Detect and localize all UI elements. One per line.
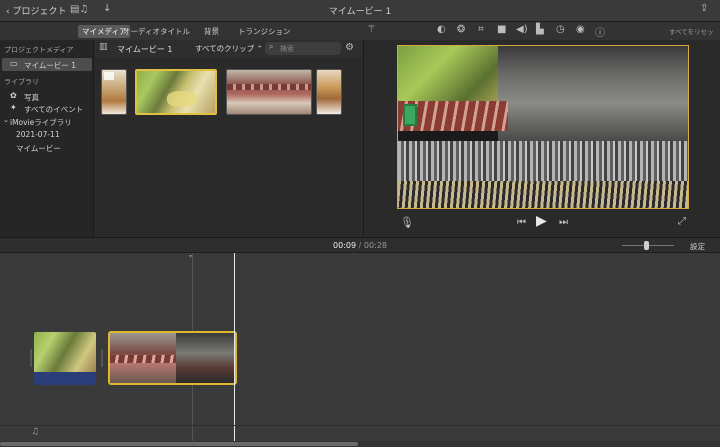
timecode: 00:09 / 00:28 [0, 241, 720, 250]
sidebar-item-photos[interactable]: ✿ 写真 [8, 91, 92, 102]
library-name: iMovieライブラリ [10, 118, 72, 127]
sidebar-event-date[interactable]: 2021-07-11 [16, 130, 60, 139]
crop-icon[interactable]: ⌗ [478, 24, 484, 35]
zoom-slider-handle[interactable] [644, 241, 649, 250]
clip-filter-value: すべてのクリップ [195, 44, 255, 53]
project-media-header: プロジェクトメディア [4, 46, 74, 54]
scrollbar-thumb[interactable] [0, 442, 358, 446]
sidebar-item-label: すべてのイベント [24, 105, 84, 114]
preview-region-glitch [398, 141, 688, 181]
sidebar-toggle-icon[interactable]: ▥ [99, 42, 108, 52]
sidebar-item-label: マイムービー 1 [24, 61, 77, 70]
media-clip[interactable] [101, 69, 127, 115]
preview-green-sign [403, 104, 417, 126]
clip-trim-handle[interactable] [101, 349, 103, 367]
clip-trim-handle[interactable] [30, 349, 32, 367]
sidebar-item-label: 写真 [24, 93, 39, 102]
media-tab-bar: マイメディア オーディオ タイトル 背景 トランジション ⚚ ◐ ❂ ⌗ ■ ◀… [0, 22, 720, 46]
media-import-icon[interactable]: ▤♫ [70, 4, 88, 15]
timeline-settings-button[interactable]: 設定 [690, 241, 705, 252]
timeline-clip[interactable] [34, 332, 96, 385]
tab-titles[interactable]: タイトル [156, 25, 194, 38]
preview-region-grill [498, 46, 688, 141]
skip-back-icon[interactable]: ⏮ [517, 217, 526, 228]
preview-region-sticks [398, 181, 688, 208]
clip-thumbnail-detail [227, 84, 311, 90]
info-icon[interactable]: ⓘ [595, 24, 605, 39]
video-preview[interactable] [397, 45, 689, 209]
sidebar-event-mymovie[interactable]: マイムービー [16, 143, 61, 154]
chevron-down-icon: ⌄ [3, 116, 9, 124]
media-clip[interactable] [316, 69, 342, 115]
music-track-divider [0, 425, 720, 426]
film-icon: ▭ [10, 59, 18, 68]
back-label: プロジェクト [12, 7, 67, 17]
fullscreen-icon[interactable]: ⤢ [678, 216, 686, 227]
timeline-scrollbar[interactable] [0, 441, 720, 447]
speed-icon[interactable]: ◷ [556, 24, 565, 35]
download-icon[interactable]: ↓ [103, 3, 111, 14]
back-to-projects-button[interactable]: ‹ プロジェクト [6, 4, 67, 17]
camera-stabilize-icon[interactable]: ■ [497, 24, 506, 35]
viewer: 🎙 ⏮ ▶ ⏭ ⤢ [363, 40, 720, 237]
updown-chevron-icon: ⌃ [256, 44, 263, 53]
total-time: 00:28 [363, 241, 387, 250]
star-icon: ✦ [10, 103, 17, 112]
sidebar-item-all-events[interactable]: ✦ すべてのイベント [8, 103, 92, 114]
tab-backgrounds[interactable]: 背景 [200, 25, 223, 38]
sidebar-item-project[interactable]: ▭ マイムービー 1 [2, 58, 92, 71]
music-note-icon: ♫ [31, 427, 40, 437]
chevron-left-icon: ‹ [6, 7, 10, 17]
search-placeholder: 検索 [280, 45, 294, 53]
playhead[interactable] [234, 253, 235, 447]
microphone-icon[interactable]: 🎙 [400, 216, 414, 229]
time-separator: / [358, 241, 362, 250]
toolbar: マイムービー 1 ‹ プロジェクト ▤♫ ↓ ⇪ [0, 0, 720, 22]
clip-thumbnail-detail [110, 355, 176, 363]
media-clip[interactable] [135, 69, 217, 115]
skimmer-marker-icon: ▾ [189, 253, 193, 260]
magic-wand-icon[interactable]: ⚚ [367, 24, 376, 35]
media-clip[interactable] [226, 69, 312, 115]
color-palette-icon[interactable]: ❂ [457, 24, 465, 35]
camera-icon [104, 72, 114, 80]
clip-thumbnail-detail [167, 91, 197, 107]
skip-forward-icon[interactable]: ⏭ [559, 217, 568, 228]
clip-thumbnail [34, 332, 96, 372]
current-time: 00:09 [333, 241, 357, 250]
sidebar-library[interactable]: ⌄ iMovieライブラリ [2, 116, 92, 127]
search-field[interactable]: ⌕ 検索 [265, 42, 341, 55]
share-icon[interactable]: ⇪ [700, 3, 708, 14]
timeline[interactable]: ▾ ♫ [0, 253, 720, 447]
libraries-sidebar: プロジェクトメディア ▭ マイムービー 1 ライブラリ ✿ 写真 ✦ すべてのイ… [0, 40, 94, 237]
clip-thumbnail [176, 333, 235, 383]
timeline-header: 00:09 / 00:28 設定 [0, 237, 720, 253]
gear-icon[interactable]: ⚙ [345, 42, 354, 53]
browser-toolbar: ▥ マイムービー 1 すべてのクリップ ⌃ ⌕ 検索 ⚙ [95, 40, 362, 58]
zoom-slider[interactable] [622, 241, 674, 250]
play-icon[interactable]: ▶ [536, 213, 547, 229]
filter-icon[interactable]: ◉ [576, 24, 585, 35]
volume-icon[interactable]: ◀) [516, 24, 528, 35]
search-icon: ⌕ [269, 42, 274, 51]
media-browser: ▥ マイムービー 1 すべてのクリップ ⌃ ⌕ 検索 ⚙ [95, 40, 362, 237]
clip-filter-select[interactable]: すべてのクリップ ⌃ [195, 43, 263, 54]
timeline-clip-selected[interactable] [108, 331, 237, 385]
flower-icon: ✿ [10, 91, 17, 100]
library-header: ライブラリ [4, 78, 39, 86]
browser-project-name: マイムービー 1 [117, 45, 173, 54]
tab-transitions[interactable]: トランジション [234, 25, 295, 38]
equalizer-icon[interactable]: ▙ [536, 24, 544, 35]
color-balance-icon[interactable]: ◐ [437, 24, 446, 35]
